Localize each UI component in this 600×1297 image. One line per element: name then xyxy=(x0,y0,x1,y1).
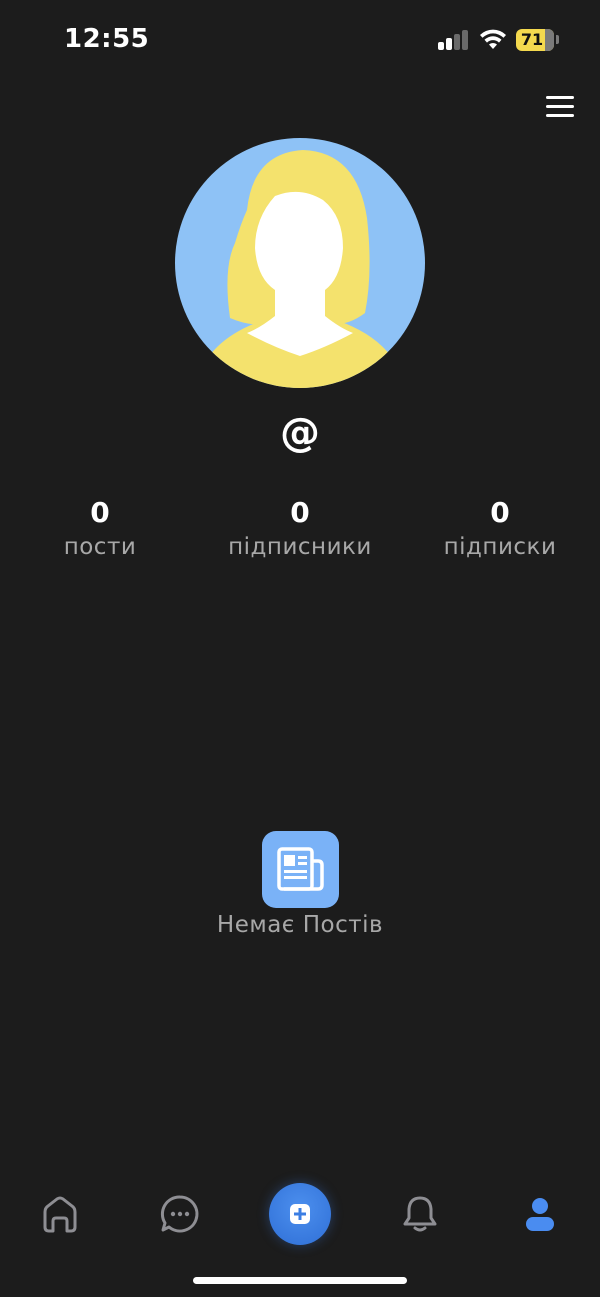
home-indicator xyxy=(193,1277,407,1284)
stat-posts-count: 0 xyxy=(90,496,110,529)
chat-icon xyxy=(160,1195,199,1233)
stat-followers[interactable]: 0 підписники xyxy=(200,496,400,560)
add-post-button[interactable] xyxy=(269,1183,331,1245)
stat-followers-label: підписники xyxy=(228,534,372,560)
wifi-icon xyxy=(478,27,508,51)
stat-followers-count: 0 xyxy=(290,496,310,529)
tab-chat[interactable] xyxy=(140,1175,220,1255)
tab-notifications[interactable] xyxy=(380,1175,460,1255)
empty-posts-state: Немає Постів xyxy=(0,831,600,938)
status-bar: 12:55 71 xyxy=(0,0,600,80)
newspaper-icon xyxy=(261,831,339,908)
stat-following-label: підписки xyxy=(443,534,557,560)
stat-posts[interactable]: 0 пости xyxy=(0,496,200,560)
status-time: 12:55 xyxy=(64,24,150,54)
username: @ xyxy=(280,410,320,456)
tab-profile[interactable] xyxy=(500,1175,580,1255)
avatar[interactable] xyxy=(175,138,425,388)
hamburger-menu-icon[interactable] xyxy=(540,92,580,122)
stat-following-count: 0 xyxy=(490,496,510,529)
battery-tip xyxy=(556,35,559,44)
battery-level: 71 xyxy=(520,30,544,49)
empty-posts-label: Немає Постів xyxy=(216,912,384,938)
signal-icon xyxy=(438,30,470,50)
home-icon xyxy=(43,1196,77,1233)
bell-icon xyxy=(403,1196,437,1232)
stat-following[interactable]: 0 підписки xyxy=(400,496,600,560)
add-post-icon xyxy=(290,1204,310,1224)
profile-icon xyxy=(526,1198,554,1231)
tab-home[interactable] xyxy=(20,1175,100,1255)
battery-icon: 71 xyxy=(516,29,554,51)
stat-posts-label: пости xyxy=(63,534,137,560)
